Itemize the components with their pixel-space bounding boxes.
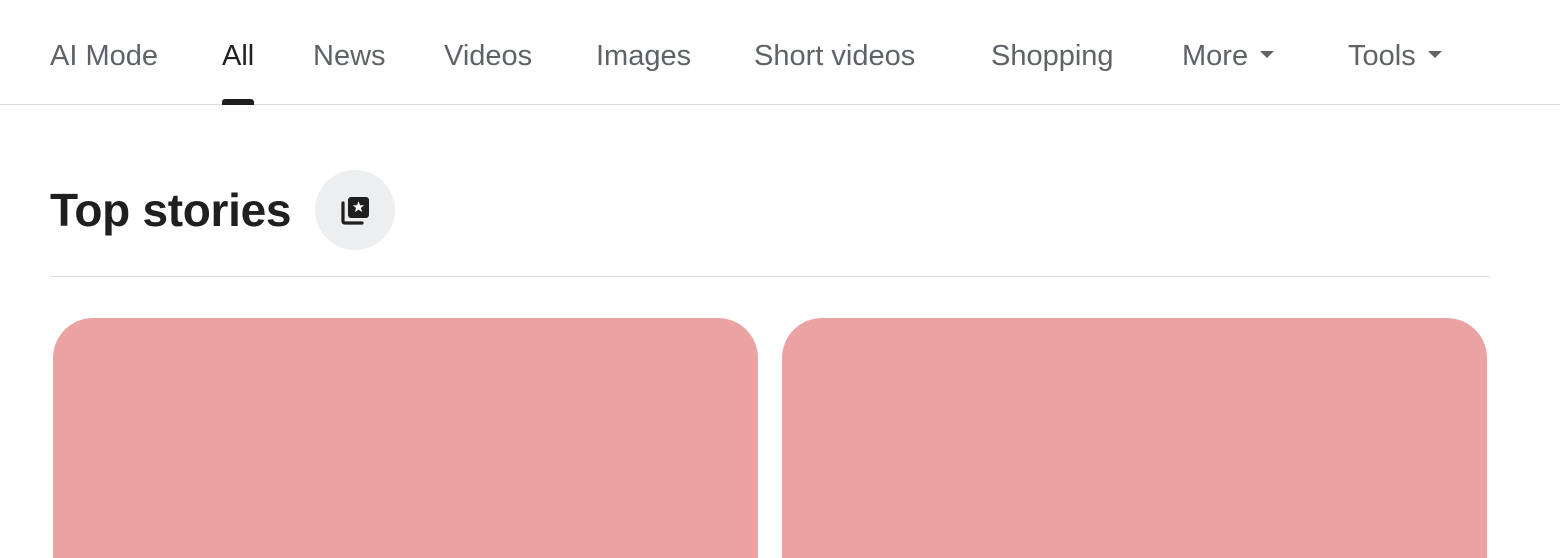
story-card-1[interactable] xyxy=(53,318,758,558)
tab-tools[interactable]: Tools xyxy=(1348,36,1442,105)
tab-more[interactable]: More xyxy=(1182,36,1275,105)
active-tab-indicator xyxy=(222,99,255,105)
tab-label: Tools xyxy=(1348,40,1416,72)
tab-label: News xyxy=(313,40,386,72)
search-tabs-bar: AI Mode All News Videos Images Short vid… xyxy=(0,0,1560,105)
tab-news[interactable]: News xyxy=(313,36,386,105)
tab-ai-mode[interactable]: AI Mode xyxy=(50,36,158,105)
tab-images[interactable]: Images xyxy=(596,36,691,105)
tab-label: Shopping xyxy=(991,40,1114,72)
stories-icon xyxy=(341,197,369,225)
section-divider xyxy=(50,276,1490,277)
story-card-2[interactable] xyxy=(782,318,1487,558)
tab-label: More xyxy=(1182,40,1249,72)
stories-button[interactable] xyxy=(315,170,395,250)
chevron-down-icon xyxy=(1427,50,1442,58)
tab-label: Videos xyxy=(444,40,533,72)
tab-label: AI Mode xyxy=(50,40,158,72)
section-title: Top stories xyxy=(50,184,292,236)
tab-label: All xyxy=(222,40,255,72)
tab-label: Images xyxy=(596,40,692,72)
tab-shopping[interactable]: Shopping xyxy=(991,36,1114,105)
tab-label: Short videos xyxy=(754,40,916,72)
tab-videos[interactable]: Videos xyxy=(444,36,532,105)
tab-all[interactable]: All xyxy=(222,36,255,105)
tab-short-videos[interactable]: Short videos xyxy=(754,36,915,105)
chevron-down-icon xyxy=(1260,50,1275,58)
